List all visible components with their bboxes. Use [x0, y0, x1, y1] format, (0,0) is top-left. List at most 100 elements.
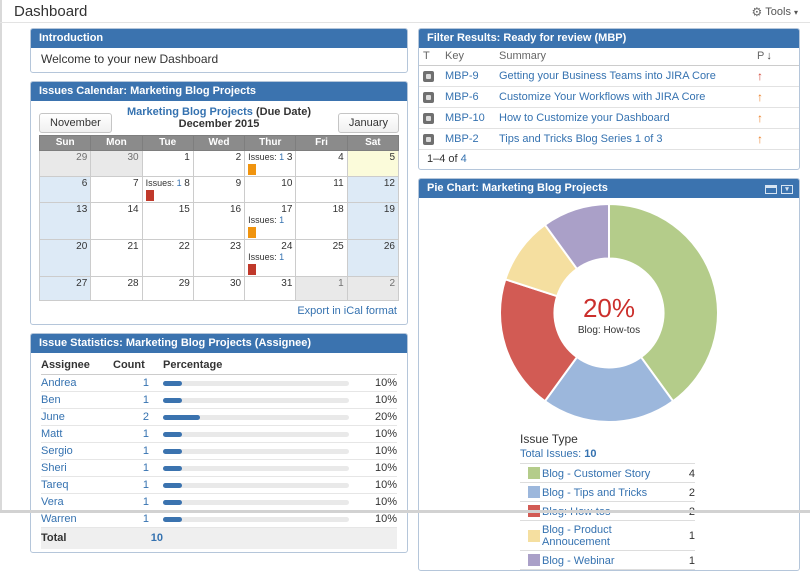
count-link[interactable]: 1: [143, 513, 149, 525]
legend-row: Blog - Product Annoucement1: [520, 521, 695, 551]
legend-total-value: 10: [584, 448, 596, 460]
assignee-column-header: Assignee: [41, 355, 113, 375]
count-link[interactable]: 1: [143, 445, 149, 457]
issue-summary-link[interactable]: How to Customize your Dashboard: [499, 112, 670, 124]
calendar-day-cell: 5: [347, 151, 398, 177]
statistics-row: Ben110%: [41, 392, 397, 409]
introduction-panel: Introduction Welcome to your new Dashboa…: [30, 28, 408, 73]
issues-count: Issues: 1: [248, 152, 284, 162]
percentage-bar-track: [163, 483, 349, 488]
count-link[interactable]: 1: [143, 496, 149, 508]
issue-summary-link[interactable]: Getting your Business Teams into JIRA Co…: [499, 70, 716, 82]
issue-key-cell: MBP-6: [441, 87, 495, 108]
calendar-project-link[interactable]: Marketing Blog Projects: [127, 106, 253, 118]
issue-key-link[interactable]: MBP-2: [445, 133, 479, 145]
statistics-row: Sergio110%: [41, 443, 397, 460]
issue-marker[interactable]: [248, 164, 256, 175]
legend-label-link[interactable]: Blog - Tips and Tricks: [542, 487, 647, 499]
export-ical-link[interactable]: Export in iCal format: [297, 305, 397, 317]
filter-row: MBP-6 Customize Your Workflows with JIRA …: [419, 87, 799, 108]
priority-up-icon: ↑: [757, 90, 763, 104]
tools-button[interactable]: ⚙Tools▾: [752, 5, 798, 19]
pie-chart-panel-header: Pie Chart: Marketing Blog Projects: [419, 179, 799, 198]
minimize-icon[interactable]: [765, 185, 777, 194]
dropdown-icon[interactable]: [781, 185, 793, 194]
day-number: 18: [333, 204, 344, 215]
day-number: 9: [236, 178, 242, 189]
weekday-header: Mon: [91, 136, 142, 151]
count-link[interactable]: 1: [143, 479, 149, 491]
filter-column-header-summary: Summary: [495, 48, 753, 66]
tools-label: Tools: [765, 6, 791, 18]
issue-key-link[interactable]: MBP-6: [445, 91, 479, 103]
window-edge-left: [0, 0, 2, 513]
issues-count-link[interactable]: 1: [279, 152, 284, 162]
count-link[interactable]: 1: [143, 462, 149, 474]
count-cell: 1: [113, 494, 163, 511]
calendar-day-cell: 11: [296, 177, 347, 203]
total-spacer: [163, 528, 397, 550]
assignee-link[interactable]: June: [41, 411, 65, 423]
issues-count-link[interactable]: 1: [279, 252, 284, 262]
filter-column-header-key: Key: [441, 48, 495, 66]
issue-marker[interactable]: [248, 227, 256, 238]
legend-label-link[interactable]: Blog - Webinar: [542, 555, 615, 567]
day-number: 23: [230, 241, 241, 252]
assignee-link[interactable]: Tareq: [41, 479, 69, 491]
count-cell: 1: [113, 460, 163, 477]
priority-cell: ↑: [753, 129, 799, 150]
task-type-icon: [423, 134, 434, 145]
legend-label-link[interactable]: Blog - Product Annoucement: [542, 524, 612, 548]
calendar-day-cell: 1: [142, 151, 193, 177]
issue-key-link[interactable]: MBP-10: [445, 112, 485, 124]
day-number: 13: [76, 204, 87, 215]
issue-marker[interactable]: [248, 264, 256, 275]
day-number: 4: [338, 152, 344, 163]
issue-summary-link[interactable]: Customize Your Workflows with JIRA Core: [499, 91, 705, 103]
percentage-bar-fill: [163, 381, 182, 386]
calendar-day-cell: 24Issues: 1: [245, 240, 296, 277]
assignee-link[interactable]: Matt: [41, 428, 62, 440]
previous-month-button[interactable]: November: [39, 113, 112, 133]
pie-chart-body: 20% Blog: How-tos Issue Type Total Issue…: [419, 198, 799, 570]
legend-row: Blog - Customer Story4: [520, 464, 695, 483]
issue-summary-link[interactable]: Tips and Tricks Blog Series 1 of 3: [499, 133, 662, 145]
day-number: 11: [333, 178, 343, 189]
legend-label-link[interactable]: Blog - Customer Story: [542, 468, 650, 480]
assignee-link[interactable]: Sergio: [41, 445, 73, 457]
calendar-day-cell: 21: [91, 240, 142, 277]
filter-results-panel-header: Filter Results: Ready for review (MBP): [419, 29, 799, 48]
issues-count-link[interactable]: 1: [279, 215, 284, 225]
sort-descending-icon[interactable]: ↓: [766, 50, 772, 62]
assignee-link[interactable]: Andrea: [41, 377, 76, 389]
day-number: 21: [127, 241, 138, 252]
left-column: Introduction Welcome to your new Dashboa…: [30, 28, 408, 561]
legend-swatch-cell: [520, 551, 542, 570]
issue-key-link[interactable]: MBP-9: [445, 70, 479, 82]
assignee-link[interactable]: Warren: [41, 513, 77, 525]
assignee-link[interactable]: Vera: [41, 496, 64, 508]
next-month-button[interactable]: January: [338, 113, 399, 133]
issues-count-link[interactable]: 1: [177, 178, 182, 188]
calendar-day-cell: 29: [142, 277, 193, 301]
total-count-link[interactable]: 10: [151, 532, 163, 544]
pagination-total-link[interactable]: 4: [461, 153, 467, 165]
count-link[interactable]: 1: [143, 394, 149, 406]
issue-marker[interactable]: [146, 190, 154, 201]
legend-title: Issue Type: [520, 432, 695, 446]
count-link[interactable]: 1: [143, 377, 149, 389]
assignee-link[interactable]: Ben: [41, 394, 61, 406]
percentage-bar-track: [163, 432, 349, 437]
priority-up-icon: ↑: [757, 132, 763, 146]
day-number: 5: [389, 152, 395, 163]
percentage-bar-fill: [163, 500, 182, 505]
assignee-link[interactable]: Sheri: [41, 462, 67, 474]
percentage-bar-track: [163, 381, 349, 386]
assignee-cell: Ben: [41, 392, 113, 409]
issue-type-cell: [419, 66, 441, 87]
legend-swatch-cell: [520, 464, 542, 483]
percentage-bar-cell: [163, 392, 355, 409]
donut-chart-svg[interactable]: [498, 202, 720, 424]
count-link[interactable]: 1: [143, 428, 149, 440]
count-link[interactable]: 2: [143, 411, 149, 423]
